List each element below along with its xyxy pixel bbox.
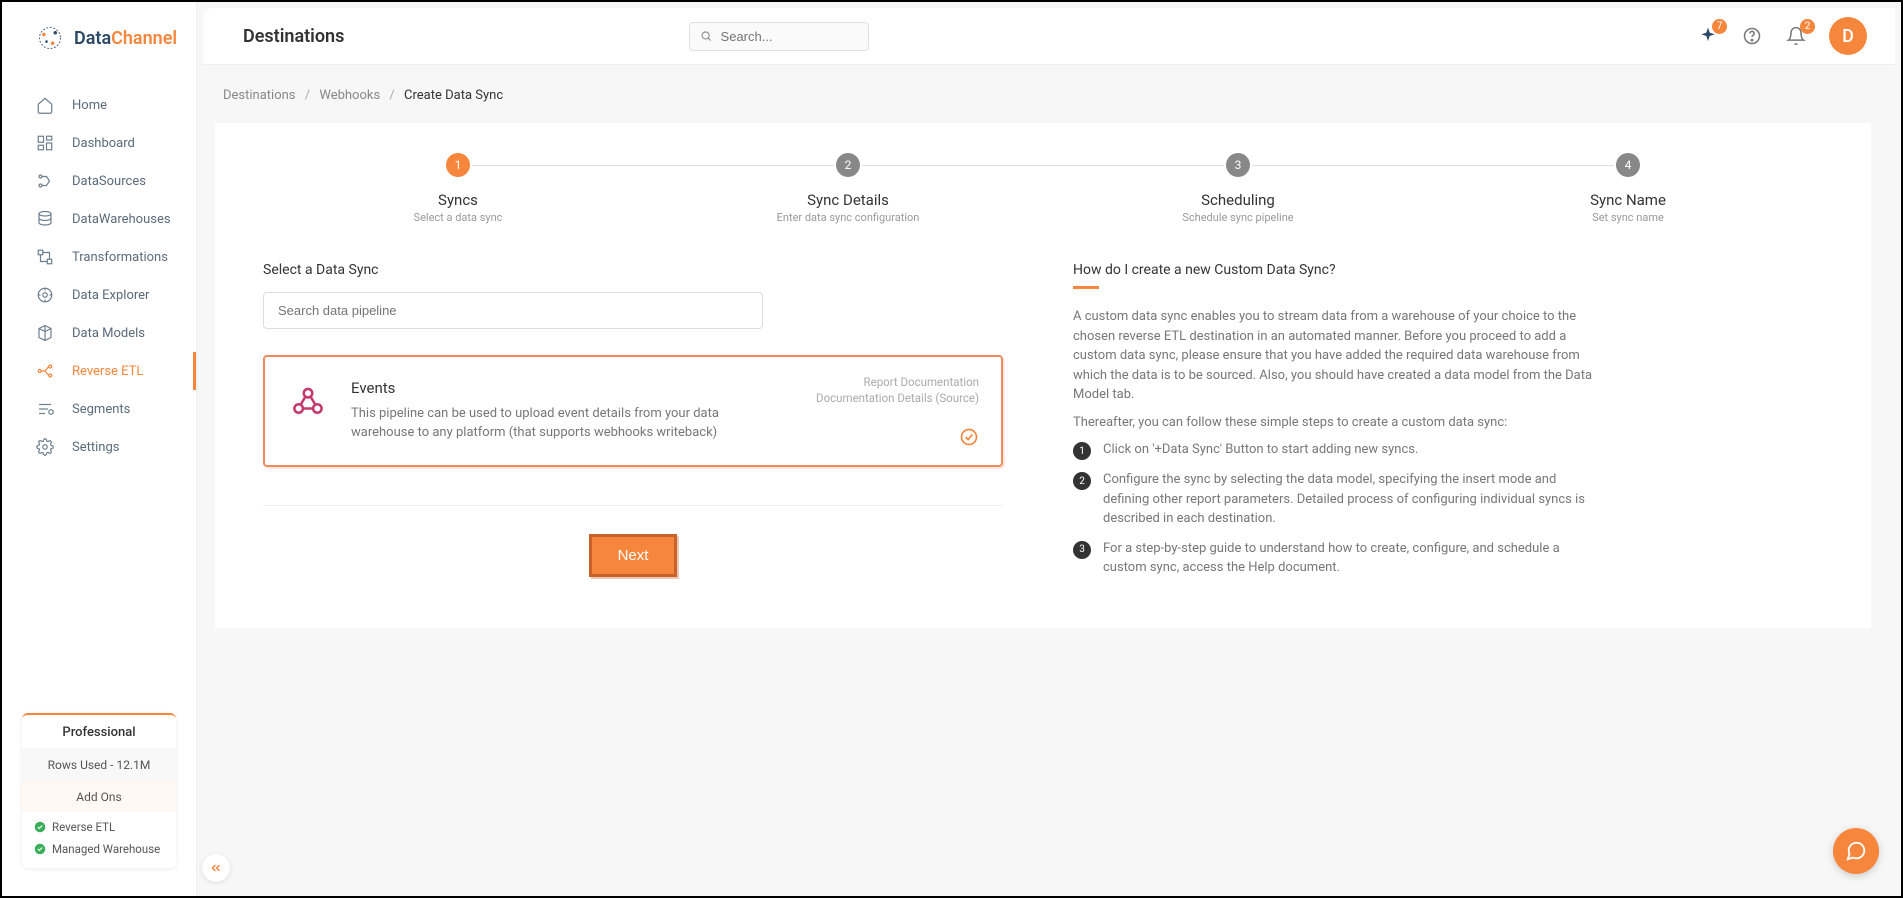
brand-part1: Data [74,28,111,49]
sidebar-item-label: Settings [72,440,119,455]
logo-mark-icon [36,24,64,52]
check-circle-icon [34,843,46,855]
help-title: How do I create a new Custom Data Sync? [1073,262,1603,278]
step-sync-name[interactable]: 4 Sync Name Set sync name [1433,153,1823,224]
plan-feature: Managed Warehouse [22,838,176,860]
next-button[interactable]: Next [589,534,678,577]
sidebar-item-datawarehouses[interactable]: DataWarehouses [2,200,196,238]
datasources-icon [36,172,54,190]
sidebar-item-label: Dashboard [72,136,135,151]
step-scheduling[interactable]: 3 Scheduling Schedule sync pipeline [1043,153,1433,224]
sidebar-item-settings[interactable]: Settings [2,428,196,466]
brand-part2: Channel [111,28,177,49]
sidebar-item-datasources[interactable]: DataSources [2,162,196,200]
help-step: 3 For a step-by-step guide to understand… [1073,539,1603,578]
sidebar-item-label: DataSources [72,174,146,189]
global-search[interactable] [689,22,869,51]
sidebar-item-label: Home [72,98,107,113]
plan-feature: Reverse ETL [22,816,176,838]
sidebar-item-label: DataWarehouses [72,212,171,227]
sidebar-collapse-button[interactable] [202,854,230,882]
plan-card: Professional Rows Used - 12.1M Add Ons R… [22,713,176,868]
help-paragraph: A custom data sync enables you to stream… [1073,307,1603,405]
sidebar-item-label: Reverse ETL [72,364,143,379]
user-avatar[interactable]: D [1829,17,1867,55]
help-icon [1742,26,1762,46]
bell-badge: 2 [1800,19,1815,34]
sidebar-item-reverseetl[interactable]: Reverse ETL [2,352,196,390]
models-icon [36,324,54,342]
report-documentation-link[interactable]: Report Documentation [816,375,979,391]
sidebar-item-dashboard[interactable]: Dashboard [2,124,196,162]
breadcrumb-link[interactable]: Destinations [223,88,296,103]
sidebar-item-transformations[interactable]: Transformations [2,238,196,276]
select-sync-label: Select a Data Sync [263,262,1003,278]
selected-check-icon [959,427,979,447]
page-title: Destinations [243,26,344,47]
search-input[interactable] [721,29,859,44]
main-area: Destinations 7 2 [197,2,1901,896]
notifications-button[interactable]: 2 [1785,25,1807,47]
plan-title: Professional [22,715,176,748]
sidebar-item-label: Data Models [72,326,145,341]
help-step: 1 Click on '+Data Sync' Button to start … [1073,440,1603,460]
topbar: Destinations 7 2 [203,8,1895,64]
sparkle-badge: 7 [1712,19,1727,34]
gear-icon [36,438,54,456]
breadcrumb-current: Create Data Sync [404,88,503,103]
search-icon [700,29,712,43]
chevron-double-left-icon [209,861,223,875]
sidebar-item-label: Data Explorer [72,288,149,303]
divider [263,505,1003,506]
help-panel: How do I create a new Custom Data Sync? … [1073,262,1603,588]
explorer-icon [36,286,54,304]
step-sync-details[interactable]: 2 Sync Details Enter data sync configura… [653,153,1043,224]
card-description: This pipeline can be used to upload even… [351,405,721,443]
warehouse-icon [36,210,54,228]
plan-addons-label[interactable]: Add Ons [22,782,176,812]
reverse-etl-icon [36,362,54,380]
pipeline-search-input[interactable] [263,292,763,329]
check-circle-icon [34,821,46,833]
webhook-icon [291,383,325,417]
sidebar-item-label: Segments [72,402,130,417]
sidebar-item-label: Transformations [72,250,168,265]
help-paragraph: Thereafter, you can follow these simple … [1073,413,1603,433]
sidebar-item-datamodels[interactable]: Data Models [2,314,196,352]
dashboard-icon [36,134,54,152]
sidebar-item-home[interactable]: Home [2,86,196,124]
sidebar-item-segments[interactable]: Segments [2,390,196,428]
brand-logo[interactable]: DataChannel [2,2,196,70]
transformations-icon [36,248,54,266]
sparkle-button[interactable]: 7 [1697,25,1719,47]
sidebar: DataChannel Home Dashboard DataSources D… [2,2,197,896]
sync-card-events[interactable]: Events This pipeline can be used to uplo… [263,355,1003,467]
chat-fab[interactable] [1833,828,1879,874]
wizard-panel: 1 Syncs Select a data sync 2 Sync Detail… [215,123,1871,628]
help-step: 2 Configure the sync by selecting the da… [1073,470,1603,529]
breadcrumb: Destinations / Webhooks / Create Data Sy… [223,88,1871,103]
breadcrumb-link[interactable]: Webhooks [319,88,380,103]
documentation-details-link[interactable]: Documentation Details (Source) [816,391,979,407]
segments-icon [36,400,54,418]
plan-rows-used: Rows Used - 12.1M [22,748,176,782]
help-button[interactable] [1741,25,1763,47]
sidebar-nav: Home Dashboard DataSources DataWarehouse… [2,70,196,466]
home-icon [36,96,54,114]
chat-icon [1845,840,1867,862]
step-syncs[interactable]: 1 Syncs Select a data sync [263,153,653,224]
stepper: 1 Syncs Select a data sync 2 Sync Detail… [263,153,1823,224]
sidebar-item-dataexplorer[interactable]: Data Explorer [2,276,196,314]
